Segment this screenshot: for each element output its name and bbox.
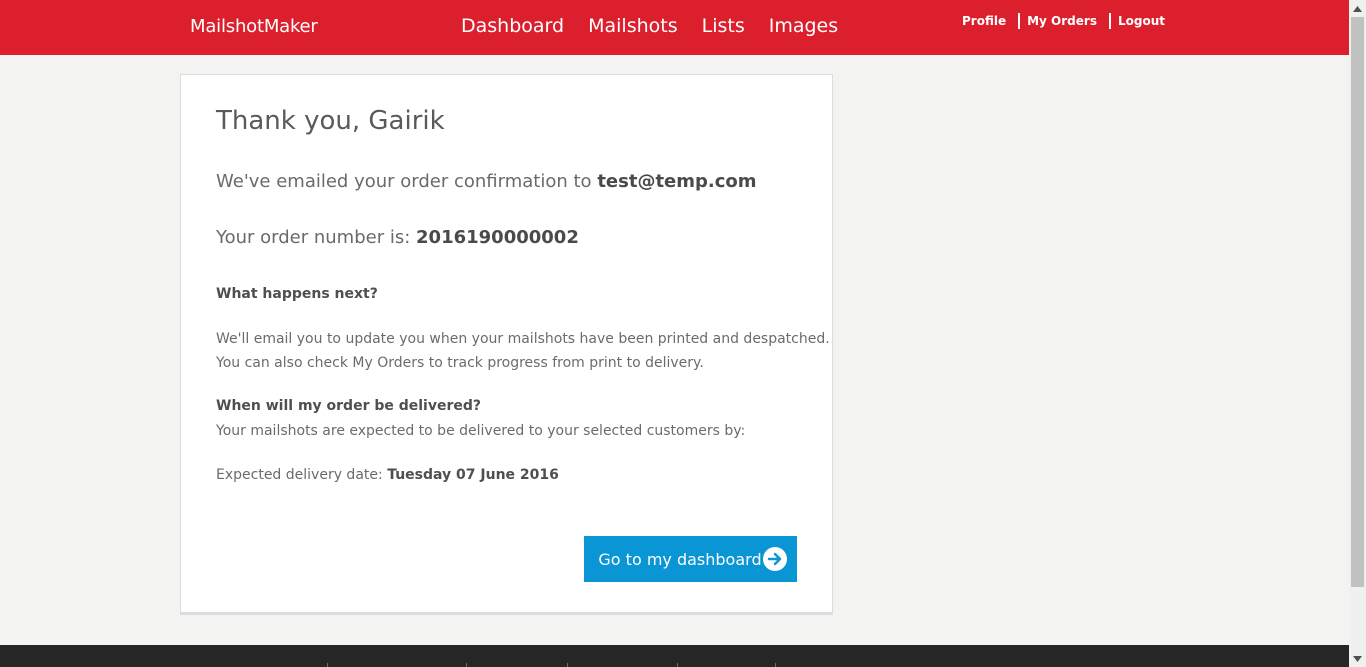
logout-link[interactable]: Logout <box>1111 13 1177 29</box>
confirmation-email: test@temp.com <box>597 171 757 192</box>
delivery-date-line: Expected delivery date: Tuesday 07 June … <box>216 463 559 487</box>
my-orders-link[interactable]: My Orders <box>1020 13 1109 29</box>
order-confirmation-card: Thank you, Gairik We've emailed your ord… <box>180 74 833 615</box>
user-nav: Profile My Orders Logout <box>955 13 1177 29</box>
arrow-right-circle-icon <box>763 547 787 571</box>
delivery-date: Tuesday 07 June 2016 <box>387 467 559 483</box>
nav-dashboard[interactable]: Dashboard <box>461 15 564 37</box>
nav-mailshots[interactable]: Mailshots <box>588 15 678 37</box>
nav-images[interactable]: Images <box>769 15 838 37</box>
order-number-line: Your order number is: 2016190000002 <box>216 227 579 248</box>
next-steps-text: We'll email you to update you when your … <box>216 327 830 375</box>
order-number: 2016190000002 <box>416 227 579 248</box>
go-to-dashboard-label: Go to my dashboard <box>598 549 762 569</box>
scroll-up-arrow-icon[interactable] <box>1349 0 1366 17</box>
footer-divider <box>327 663 328 667</box>
scrollbar-thumb[interactable] <box>1351 17 1364 587</box>
nav-lists[interactable]: Lists <box>702 15 745 37</box>
delivery-heading: When will my order be delivered? <box>216 398 482 414</box>
profile-link[interactable]: Profile <box>955 13 1018 29</box>
main-nav: Dashboard Mailshots Lists Images <box>461 15 838 37</box>
footer-divider <box>775 663 776 667</box>
scroll-down-arrow-icon[interactable] <box>1349 650 1366 667</box>
delivery-date-label: Expected delivery date: <box>216 467 383 483</box>
footer-divider <box>466 663 467 667</box>
go-to-dashboard-button[interactable]: Go to my dashboard <box>584 536 797 582</box>
footer-divider <box>677 663 678 667</box>
delivery-text: Your mailshots are expected to be delive… <box>216 423 746 439</box>
next-steps-heading: What happens next? <box>216 286 378 302</box>
email-confirmation-text: We've emailed your order confirmation to <box>216 171 592 192</box>
brand-logo[interactable]: MailshotMaker <box>190 16 318 37</box>
footer-divider <box>567 663 568 667</box>
order-number-label: Your order number is: <box>216 227 411 248</box>
next-steps-line-1: We'll email you to update you when your … <box>216 331 830 347</box>
next-steps-line-2: You can also check My Orders to track pr… <box>216 355 704 371</box>
email-confirmation-line: We've emailed your order confirmation to… <box>216 171 757 192</box>
footer <box>0 645 1349 667</box>
vertical-scrollbar[interactable] <box>1349 0 1366 667</box>
page-title: Thank you, Gairik <box>216 106 445 136</box>
top-nav-bar: MailshotMaker Dashboard Mailshots Lists … <box>0 0 1349 55</box>
